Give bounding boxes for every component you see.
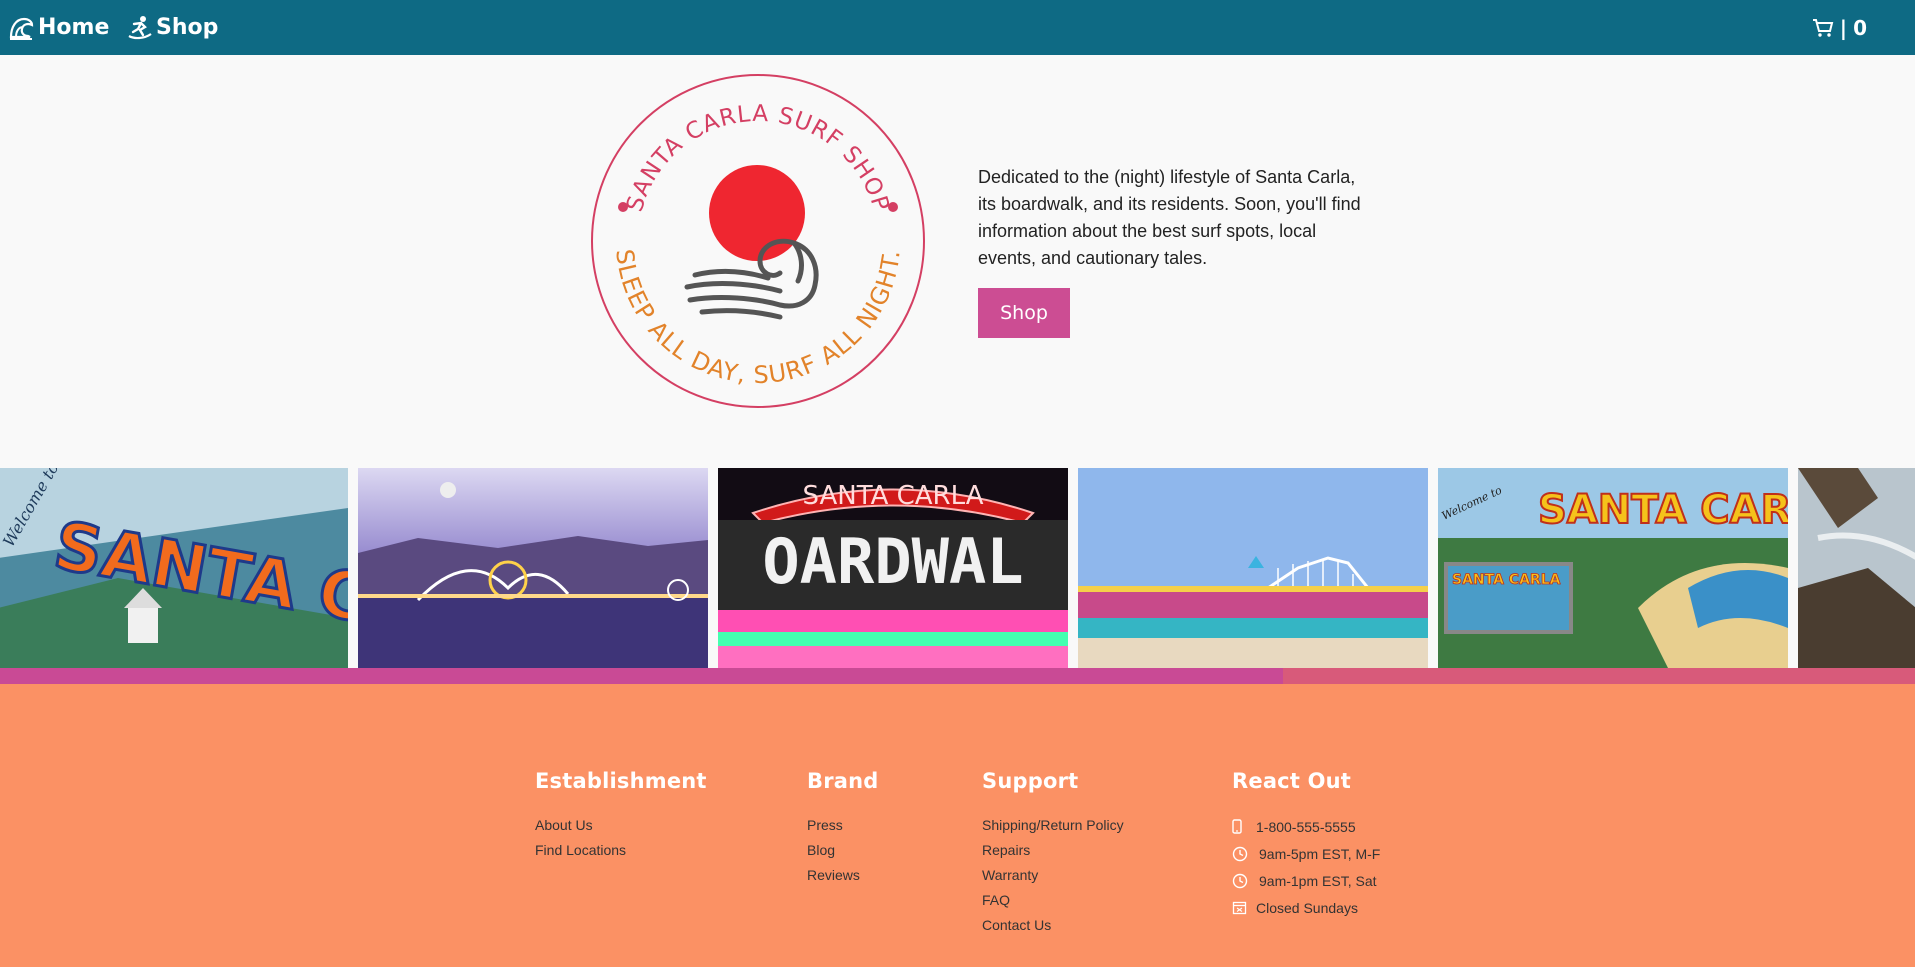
cart-icon [1812, 18, 1834, 37]
gallery-tile-beach-boardwalk[interactable] [1078, 468, 1428, 668]
footer-link-blog[interactable]: Blog [807, 838, 879, 863]
logo-bottom-text: SLEEP ALL DAY, SURF ALL NIGHT. [610, 248, 906, 390]
cart-button[interactable]: | 0 [1812, 0, 1867, 55]
contact-hours-weekday-text: 9am-5pm EST, M-F [1259, 845, 1381, 862]
footer-link-shipping-return[interactable]: Shipping/Return Policy [982, 813, 1124, 838]
sign-top-text: SANTA CARLA [802, 481, 983, 511]
top-navbar: Home Shop | 0 [0, 0, 1915, 55]
gallery-tile-night-boardwalk[interactable] [358, 468, 708, 668]
contact-phone: 1-800-555-5555 [1232, 813, 1380, 840]
footer-column-establishment: Establishment About Us Find Locations [535, 769, 707, 863]
cart-separator: | [1839, 15, 1848, 40]
gallery-tile-welcome-mural[interactable]: SANTA CARLA Welcome to [0, 468, 348, 668]
footer-heading-reach-out: React Out [1232, 769, 1352, 793]
nav-shop-link[interactable]: Shop [128, 0, 218, 55]
footer-link-repairs[interactable]: Repairs [982, 838, 1124, 863]
contact-hours-saturday: 9am-1pm EST, Sat [1232, 867, 1380, 894]
gallery-tile-coast-cliffs[interactable] [1798, 468, 1915, 668]
hero-shop-button[interactable]: Shop [978, 288, 1070, 338]
footer-heading-support: Support [982, 769, 1079, 793]
footer-column-support: Support Shipping/Return Policy Repairs W… [982, 769, 1124, 938]
carousel-scrollbar[interactable] [0, 668, 1915, 684]
wave-icon [9, 17, 34, 40]
footer-link-press[interactable]: Press [807, 813, 879, 838]
footer-column-reach-out: React Out 1-800-555-5555 9am-5pm EST, M-… [1232, 769, 1380, 921]
footer-column-brand: Brand Press Blog Reviews [807, 769, 879, 888]
footer-heading-establishment: Establishment [535, 769, 707, 793]
footer-link-faq[interactable]: FAQ [982, 888, 1124, 913]
contact-hours-saturday-text: 9am-1pm EST, Sat [1259, 872, 1377, 889]
image-carousel[interactable]: SANTA CARLA Welcome to SANTA CARLA OARDW… [0, 468, 1915, 668]
surfer-icon [128, 15, 152, 39]
nav-home-label: Home [38, 15, 110, 40]
clock-icon [1232, 873, 1256, 889]
footer-link-about-us[interactable]: About Us [535, 813, 707, 838]
gallery-tile-welcome-postcard[interactable]: SANTA CARLA SANTA CARLA Welcome to [1438, 468, 1788, 668]
footer-link-warranty[interactable]: Warranty [982, 863, 1124, 888]
contact-phone-text: 1-800-555-5555 [1256, 818, 1356, 835]
clock-icon [1232, 846, 1256, 862]
footer-heading-brand: Brand [807, 769, 879, 793]
phone-icon [1232, 819, 1256, 834]
nav-home-link[interactable]: Home [8, 0, 109, 55]
carousel-scrollbar-thumb[interactable] [0, 668, 1284, 684]
svg-text:SANTA CARLA: SANTA CARLA [1452, 572, 1561, 588]
gallery-tile-boardwalk-sign[interactable]: SANTA CARLA OARDWAL [718, 468, 1068, 668]
calendar-icon [1232, 900, 1256, 915]
sign-main-text: OARDWAL [762, 525, 1023, 598]
hero-description: Dedicated to the (night) lifestyle of Sa… [978, 167, 1361, 268]
footer-link-find-locations[interactable]: Find Locations [535, 838, 707, 863]
footer-link-reviews[interactable]: Reviews [807, 863, 879, 888]
contact-hours-weekday: 9am-5pm EST, M-F [1232, 840, 1380, 867]
contact-closed-sundays: Closed Sundays [1232, 894, 1380, 921]
site-footer: Establishment About Us Find Locations Br… [0, 684, 1915, 967]
postcard-title-text: SANTA CARLA [1538, 487, 1788, 533]
contact-closed-sundays-text: Closed Sundays [1256, 899, 1358, 916]
surf-shop-logo: SANTA CARLA SURF SHOP SLEEP ALL DAY, SUR… [591, 74, 925, 408]
footer-link-contact-us[interactable]: Contact Us [982, 913, 1124, 938]
nav-shop-label: Shop [156, 15, 219, 40]
cart-count: 0 [1853, 15, 1867, 40]
